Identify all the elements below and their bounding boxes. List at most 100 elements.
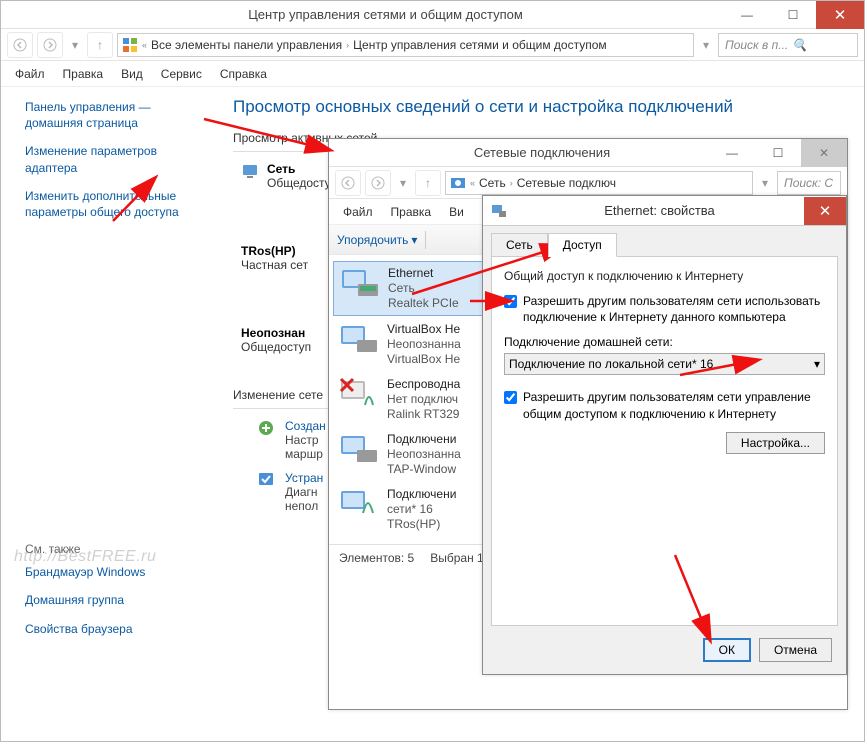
network-name: TRos(HP) xyxy=(241,244,308,258)
change-sharing-settings-link[interactable]: Изменить дополнительные параметры общего… xyxy=(25,188,205,220)
minimize-button[interactable]: — xyxy=(709,139,755,167)
conn-name: Беспроводна xyxy=(387,377,460,392)
network-icon xyxy=(241,162,259,180)
minimize-button[interactable]: — xyxy=(724,1,770,29)
create-connection-link[interactable]: Создан xyxy=(285,419,326,433)
conn-device: Realtek PCIe xyxy=(388,296,459,311)
crumb-item[interactable]: Сеть xyxy=(479,176,506,190)
nav-dropdown-icon[interactable]: ▾ xyxy=(757,170,773,196)
conn-status: Неопознанна xyxy=(387,337,461,352)
chevron-right-icon: › xyxy=(510,178,513,188)
menu-edit[interactable]: Правка xyxy=(391,205,432,219)
network-name: Неопознан xyxy=(241,326,311,340)
conn-name: Ethernet xyxy=(388,266,459,281)
maximize-button[interactable]: ☐ xyxy=(755,139,801,167)
allow-sharing-label: Разрешить другим пользователям сети испо… xyxy=(523,293,825,325)
conn-device: Ralink RT329 xyxy=(387,407,460,422)
ics-group-label: Общий доступ к подключению к Интернету xyxy=(504,269,825,283)
home-connection-combobox[interactable]: Подключение по локальной сети* 16 ▾ xyxy=(504,353,825,375)
watermark: http://BestFREE.ru xyxy=(14,548,156,566)
nic-icon xyxy=(340,266,380,300)
nav-recent-icon[interactable]: ▾ xyxy=(395,170,411,196)
main-title: Центр управления сетями и общим доступом xyxy=(47,7,724,22)
trouble-desc-2: непол xyxy=(285,499,323,513)
main-menubar: Файл Правка Вид Сервис Справка xyxy=(1,61,864,87)
nic-wifi-icon xyxy=(339,487,379,521)
menu-view[interactable]: Вид xyxy=(121,67,143,81)
new-connection-icon xyxy=(257,419,275,437)
control-panel-home-link[interactable]: Панель управления — домашняя страница xyxy=(25,99,205,131)
chevron-down-icon: ▾ xyxy=(411,233,417,247)
menu-edit[interactable]: Правка xyxy=(63,67,104,81)
control-panel-icon xyxy=(122,37,138,53)
menu-file[interactable]: Файл xyxy=(15,67,45,81)
settings-button[interactable]: Настройка... xyxy=(726,432,825,454)
conn-name: VirtualBox He xyxy=(387,322,461,337)
search-input[interactable]: Поиск в п... 🔍 xyxy=(718,33,858,57)
home-connection-label: Подключение домашней сети: xyxy=(504,335,825,349)
ok-button[interactable]: ОК xyxy=(703,638,751,662)
conn-name: Подключени xyxy=(387,487,456,502)
network-folder-icon xyxy=(450,175,466,191)
tab-panel-access: Общий доступ к подключению к Интернету Р… xyxy=(491,256,838,626)
conn-name: Подключени xyxy=(387,432,461,447)
network-type: Общедоступ xyxy=(267,176,337,190)
menu-tools[interactable]: Сервис xyxy=(161,67,202,81)
menu-help[interactable]: Справка xyxy=(220,67,267,81)
menu-file[interactable]: Файл xyxy=(343,205,373,219)
network-name: Сеть xyxy=(267,162,337,176)
create-desc-2: маршр xyxy=(285,447,326,461)
conn-status: Нет подключ xyxy=(387,392,460,407)
breadcrumb-bar[interactable]: « Все элементы панели управления › Центр… xyxy=(117,33,694,57)
conn-device: VirtualBox He xyxy=(387,352,461,367)
nav-up-icon[interactable]: ↑ xyxy=(415,170,441,196)
conn-status: сети* 16 xyxy=(387,502,456,517)
tab-network[interactable]: Сеть xyxy=(491,233,548,257)
nic-small-icon xyxy=(491,203,507,219)
firewall-link[interactable]: Брандмауэр Windows xyxy=(25,564,205,580)
create-desc-1: Настр xyxy=(285,433,326,447)
prop-titlebar: Ethernet: свойства ✕ xyxy=(483,196,846,226)
allow-control-label: Разрешить другим пользователям сети упра… xyxy=(523,389,825,421)
breadcrumb-bar[interactable]: « Сеть › Сетевые подключ xyxy=(445,171,753,195)
allow-sharing-checkbox[interactable] xyxy=(504,295,517,308)
trouble-desc-1: Диагн xyxy=(285,485,323,499)
cancel-button[interactable]: Отмена xyxy=(759,638,832,662)
menu-view[interactable]: Ви xyxy=(449,205,464,219)
nic-disabled-icon xyxy=(339,377,379,411)
nav-back-icon[interactable] xyxy=(7,32,33,58)
troubleshoot-link[interactable]: Устран xyxy=(285,471,323,485)
nav-dropdown-icon[interactable]: ▾ xyxy=(698,32,714,58)
status-count: Элементов: 5 xyxy=(339,551,414,565)
nav-up-icon[interactable]: ↑ xyxy=(87,32,113,58)
nav-back-icon[interactable] xyxy=(335,170,361,196)
organize-button[interactable]: Упорядочить ▾ xyxy=(337,233,417,247)
prop-title: Ethernet: свойства xyxy=(515,203,804,218)
crumb-item[interactable]: Центр управления сетями и общим доступом xyxy=(353,38,607,52)
maximize-button[interactable]: ☐ xyxy=(770,1,816,29)
search-icon: 🔍 xyxy=(792,38,807,52)
network-type: Общедоступ xyxy=(241,340,311,354)
close-button[interactable]: ✕ xyxy=(816,1,864,29)
tab-access[interactable]: Доступ xyxy=(548,233,617,257)
browser-props-link[interactable]: Свойства браузера xyxy=(25,621,205,637)
nav-fwd-icon[interactable] xyxy=(37,32,63,58)
search-placeholder: Поиск в п... xyxy=(725,38,788,52)
close-button[interactable]: ✕ xyxy=(801,139,847,167)
allow-control-row[interactable]: Разрешить другим пользователям сети упра… xyxy=(504,389,825,421)
left-nav-pane: Панель управления — домашняя страница Из… xyxy=(1,87,215,741)
organize-label: Упорядочить xyxy=(337,233,408,247)
allow-control-checkbox[interactable] xyxy=(504,391,517,404)
main-navbar: ▾ ↑ « Все элементы панели управления › Ц… xyxy=(1,29,864,61)
crumb-item[interactable]: Все элементы панели управления xyxy=(151,38,342,52)
allow-sharing-row[interactable]: Разрешить другим пользователям сети испо… xyxy=(504,293,825,325)
nic-icon xyxy=(339,432,379,466)
crumb-item[interactable]: Сетевые подключ xyxy=(517,176,616,190)
search-input[interactable]: Поиск: С xyxy=(777,171,841,195)
ethernet-properties-dialog: Ethernet: свойства ✕ Сеть Доступ Общий д… xyxy=(482,195,847,675)
change-adapter-settings-link[interactable]: Изменение параметров адаптера xyxy=(25,143,205,175)
close-button[interactable]: ✕ xyxy=(804,197,846,225)
homegroup-link[interactable]: Домашняя группа xyxy=(25,592,205,608)
nav-fwd-icon[interactable] xyxy=(365,170,391,196)
nav-recent-icon[interactable]: ▾ xyxy=(67,32,83,58)
